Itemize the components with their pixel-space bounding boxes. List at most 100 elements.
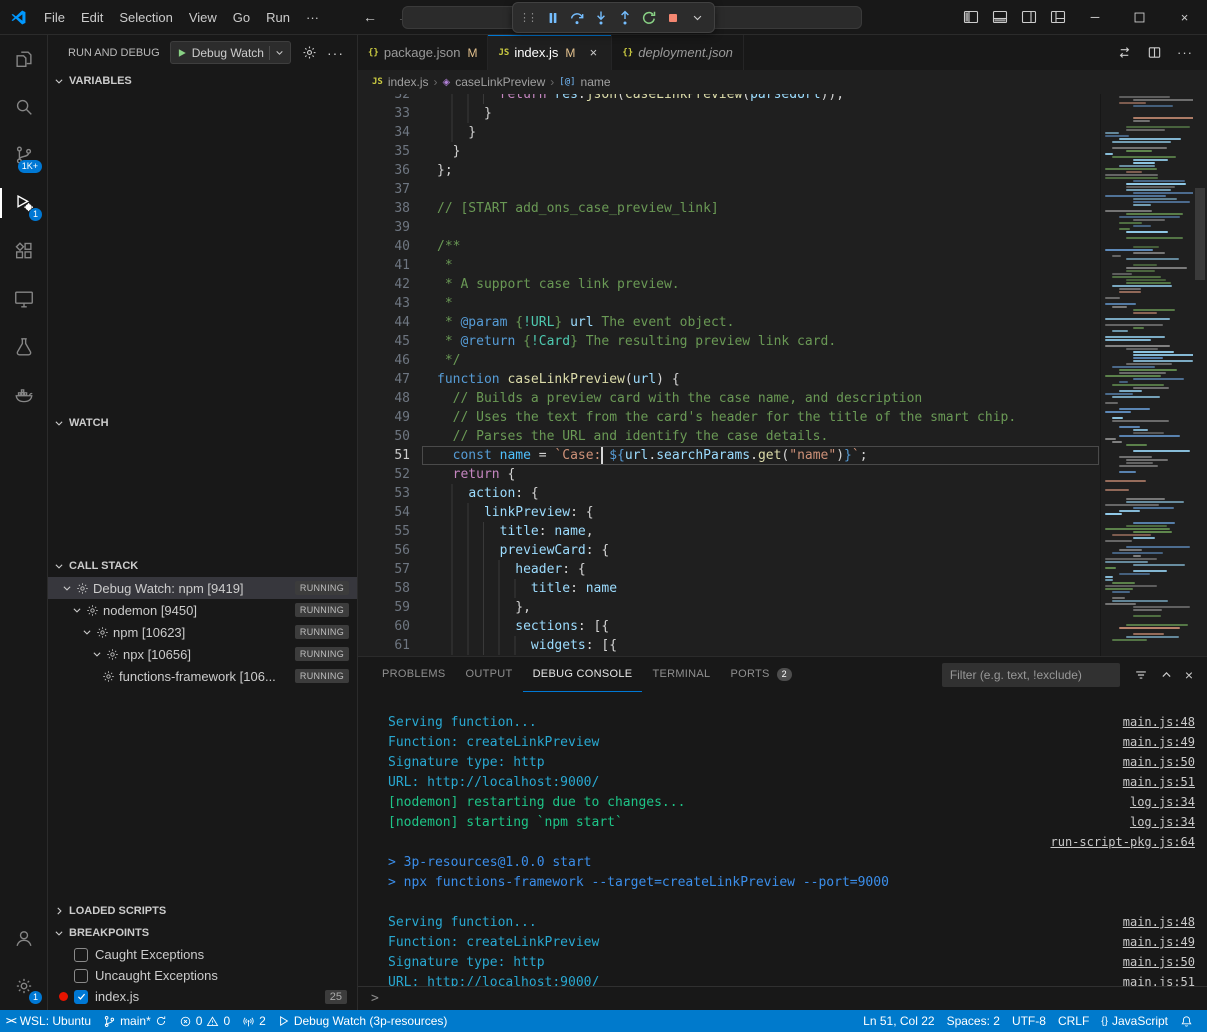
code-line[interactable]: 56 previewCard: { <box>358 541 1100 560</box>
code-line[interactable]: 39 <box>358 218 1100 237</box>
code-line[interactable]: 61 widgets: [{ <box>358 636 1100 655</box>
breakpoint-checkbox[interactable] <box>74 948 88 962</box>
toggle-secondary-sidebar-icon[interactable] <box>1014 0 1043 34</box>
run-and-debug-icon[interactable]: 1 <box>0 179 47 227</box>
tab-terminal[interactable]: TERMINAL <box>642 657 720 692</box>
remote-explorer-icon[interactable] <box>0 275 47 323</box>
code-line[interactable]: 42 * A support case link preview. <box>358 275 1100 294</box>
customize-layout-icon[interactable] <box>1043 0 1072 34</box>
step-over-button[interactable] <box>565 6 589 30</box>
code-line[interactable]: 55 title: name, <box>358 522 1100 541</box>
console-filter-input[interactable]: Filter (e.g. text, !exclude) <box>942 663 1120 687</box>
source-control-icon[interactable]: 1K+ <box>0 131 47 179</box>
watch-section-header[interactable]: WATCH <box>48 412 357 434</box>
configure-gear-icon[interactable] <box>297 45 322 60</box>
editor-scrollbar[interactable] <box>1193 94 1207 656</box>
code-line[interactable]: 51 const name = `Case: ${url.searchParam… <box>358 446 1100 465</box>
code-line[interactable]: 47function caseLinkPreview(url) { <box>358 370 1100 389</box>
code-line[interactable]: 32 return res.json(caseLinkPreview(parse… <box>358 94 1100 104</box>
extensions-icon[interactable] <box>0 227 47 275</box>
call-stack-session[interactable]: Debug Watch: npm [9419]RUNNING <box>48 577 357 599</box>
git-branch-item[interactable]: main* <box>97 1010 173 1032</box>
code-line[interactable]: 59 }, <box>358 598 1100 617</box>
console-source-link[interactable]: main.js:49 <box>1123 735 1195 749</box>
breadcrumb-file[interactable]: index.js <box>388 75 429 89</box>
console-source-link[interactable]: main.js:50 <box>1123 755 1195 769</box>
call-stack-session[interactable]: npm [10623]RUNNING <box>48 621 357 643</box>
menu-edit[interactable]: Edit <box>73 7 111 28</box>
code-line[interactable]: 49 // Uses the text from the card's head… <box>358 408 1100 427</box>
tab-index-js[interactable]: JS index.js M × <box>488 35 612 70</box>
tab-problems[interactable]: PROBLEMS <box>372 657 456 692</box>
encoding-item[interactable]: UTF-8 <box>1006 1010 1052 1032</box>
tab-package-json[interactable]: {} package.json M <box>358 35 488 70</box>
loaded-scripts-section-header[interactable]: LOADED SCRIPTS <box>48 900 357 922</box>
call-stack-session[interactable]: npx [10656]RUNNING <box>48 643 357 665</box>
console-source-link[interactable]: log.js:34 <box>1130 795 1195 809</box>
toggle-sidebar-icon[interactable] <box>956 0 985 34</box>
restart-button[interactable] <box>637 6 661 30</box>
testing-icon[interactable] <box>0 323 47 371</box>
pause-button[interactable] <box>541 6 565 30</box>
menu-view[interactable]: View <box>181 7 225 28</box>
menu-overflow[interactable]: ··· <box>298 7 327 28</box>
breakpoints-section-header[interactable]: BREAKPOINTS <box>48 922 357 944</box>
code-line[interactable]: 53 action: { <box>358 484 1100 503</box>
console-source-link[interactable]: main.js:49 <box>1123 935 1195 949</box>
code-line[interactable]: 34 } <box>358 123 1100 142</box>
call-stack-session[interactable]: functions-framework [106...RUNNING <box>48 665 357 687</box>
code-line[interactable]: 37 <box>358 180 1100 199</box>
breakpoint-item[interactable]: Caught Exceptions <box>48 944 357 965</box>
language-mode-item[interactable]: {} JavaScript <box>1095 1010 1174 1032</box>
console-source-link[interactable]: log.js:34 <box>1130 815 1195 829</box>
settings-gear-icon[interactable]: 1 <box>0 962 47 1010</box>
code-line[interactable]: 40/** <box>358 237 1100 256</box>
code-column[interactable]: 32 return res.json(caseLinkPreview(parse… <box>358 94 1100 656</box>
accounts-icon[interactable] <box>0 914 47 962</box>
code-line[interactable]: 46 */ <box>358 351 1100 370</box>
console-input[interactable]: > <box>358 986 1207 1010</box>
debug-session-item[interactable]: Debug Watch (3p-resources) <box>272 1010 454 1032</box>
sidebar-more-actions[interactable]: ··· <box>322 45 349 61</box>
console-source-link[interactable]: run-script-pkg.js:64 <box>1051 835 1196 849</box>
close-tab-icon[interactable]: × <box>585 45 601 60</box>
code-line[interactable]: 57 header: { <box>358 560 1100 579</box>
menu-selection[interactable]: Selection <box>111 7 180 28</box>
console-source-link[interactable]: main.js:51 <box>1123 775 1195 789</box>
indentation-item[interactable]: Spaces: 2 <box>941 1010 1006 1032</box>
menu-file[interactable]: File <box>36 7 73 28</box>
problems-item[interactable]: 0 0 <box>173 1010 236 1032</box>
code-line[interactable]: 44 * @param {!URL} url The event object. <box>358 313 1100 332</box>
step-out-button[interactable] <box>613 6 637 30</box>
console-source-link[interactable]: main.js:51 <box>1123 975 1195 986</box>
minimize-button[interactable] <box>1072 0 1117 34</box>
breakpoint-item[interactable]: index.js25 <box>48 986 357 1007</box>
breakpoint-checkbox[interactable] <box>74 969 88 983</box>
console-lines[interactable]: Serving function...main.js:48Function: c… <box>358 692 1207 986</box>
code-line[interactable]: 50 // Parses the URL and identify the ca… <box>358 427 1100 446</box>
nav-back-button[interactable]: ← <box>363 9 377 25</box>
tab-deployment-json[interactable]: {} deployment.json <box>612 35 744 70</box>
code-line[interactable]: 48 // Builds a preview card with the cas… <box>358 389 1100 408</box>
open-changes-icon[interactable] <box>1117 45 1132 60</box>
tab-debug-console[interactable]: DEBUG CONSOLE <box>523 657 643 692</box>
breadcrumb-member[interactable]: name <box>581 75 611 89</box>
tab-output[interactable]: OUTPUT <box>456 657 523 692</box>
more-actions-icon[interactable]: ··· <box>1177 45 1193 60</box>
launch-config-dropdown[interactable]: Debug Watch <box>170 41 291 64</box>
menu-run[interactable]: Run <box>258 7 298 28</box>
breadcrumb-symbol[interactable]: caseLinkPreview <box>455 75 545 89</box>
maximize-panel-icon[interactable] <box>1160 668 1173 681</box>
code-line[interactable]: 45 * @return {!Card} The resulting previ… <box>358 332 1100 351</box>
code-line[interactable]: 58 title: name <box>358 579 1100 598</box>
code-line[interactable]: 43 * <box>358 294 1100 313</box>
step-into-button[interactable] <box>589 6 613 30</box>
drag-grip-icon[interactable]: ⋮⋮ <box>519 11 535 24</box>
menu-go[interactable]: Go <box>225 7 258 28</box>
maximize-button[interactable] <box>1117 0 1162 34</box>
minimap[interactable] <box>1100 94 1193 656</box>
eol-item[interactable]: CRLF <box>1052 1010 1095 1032</box>
docker-icon[interactable] <box>0 371 47 419</box>
cursor-position-item[interactable]: Ln 51, Col 22 <box>857 1010 940 1032</box>
code-line[interactable]: 38// [START add_ons_case_preview_link] <box>358 199 1100 218</box>
